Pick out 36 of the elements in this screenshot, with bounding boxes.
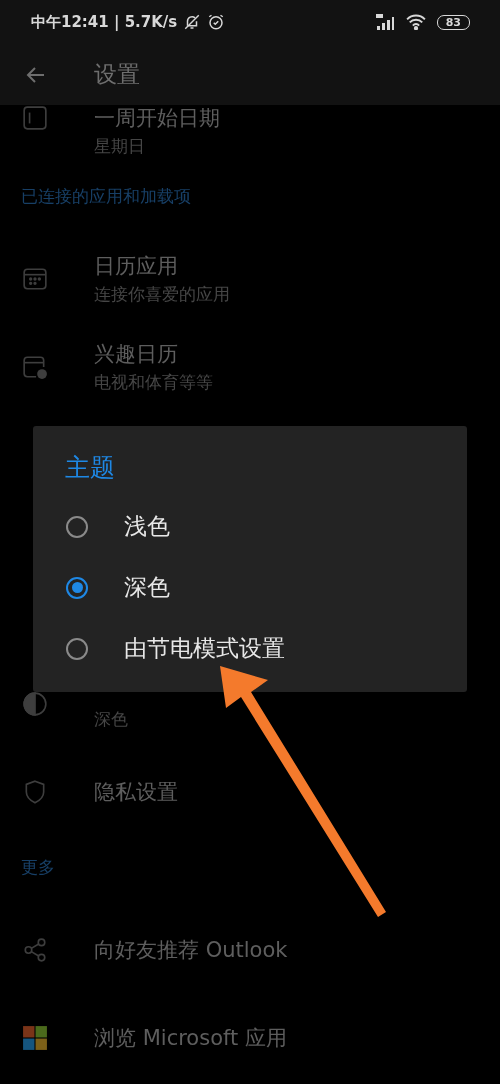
item-subtitle: 连接你喜爱的应用 bbox=[94, 283, 230, 305]
status-time: 中午12:41 | 5.7K/s bbox=[31, 12, 178, 32]
settings-item[interactable]: 隐私设置 bbox=[0, 748, 500, 836]
signal-icon bbox=[374, 14, 395, 30]
settings-item[interactable]: 日历应用 连接你喜爱的应用 bbox=[0, 235, 500, 323]
section-heading: 已连接的应用和加载项 bbox=[21, 186, 191, 206]
item-title: 一周开始日期 bbox=[94, 105, 220, 131]
mute-bell-icon bbox=[183, 13, 202, 31]
settings-item[interactable]: 向好友推荐 Outlook bbox=[0, 906, 500, 994]
contrast-icon bbox=[22, 691, 48, 717]
page-title: 设置 bbox=[94, 60, 140, 89]
radio-button[interactable] bbox=[66, 576, 88, 599]
radio-button[interactable] bbox=[66, 515, 88, 538]
item-title: 向好友推荐 Outlook bbox=[94, 937, 288, 963]
dialog-title: 主题 bbox=[65, 452, 116, 484]
item-title: 浏览 Microsoft 应用 bbox=[94, 1025, 287, 1051]
theme-option[interactable]: 深色 bbox=[65, 557, 467, 618]
share-icon bbox=[22, 937, 48, 963]
item-title: 日历应用 bbox=[94, 253, 179, 279]
item-title: 隐私设置 bbox=[94, 779, 178, 805]
item-title: 兴趣日历 bbox=[94, 341, 179, 367]
theme-option[interactable]: 浅色 bbox=[65, 496, 467, 557]
alarm-icon bbox=[207, 13, 226, 31]
item-subtitle: 电视和体育等等 bbox=[94, 371, 213, 393]
four-squares-icon bbox=[22, 1025, 48, 1051]
radio-button[interactable] bbox=[66, 637, 88, 660]
calendar-icon bbox=[22, 266, 48, 292]
item-subtitle: 星期日 bbox=[94, 135, 146, 157]
wifi-icon bbox=[404, 14, 427, 30]
battery-level: 83 bbox=[436, 14, 470, 30]
settings-item[interactable]: 浏览 Microsoft 应用 bbox=[0, 994, 500, 1082]
calendar-day-icon bbox=[22, 105, 48, 131]
settings-item[interactable]: 一周开始日期 星期日 bbox=[0, 105, 500, 165]
settings-item[interactable]: 兴趣日历 电视和体育等等 bbox=[0, 323, 500, 411]
item-subtitle: 深色 bbox=[94, 708, 128, 730]
section-heading: 更多 bbox=[21, 857, 55, 877]
